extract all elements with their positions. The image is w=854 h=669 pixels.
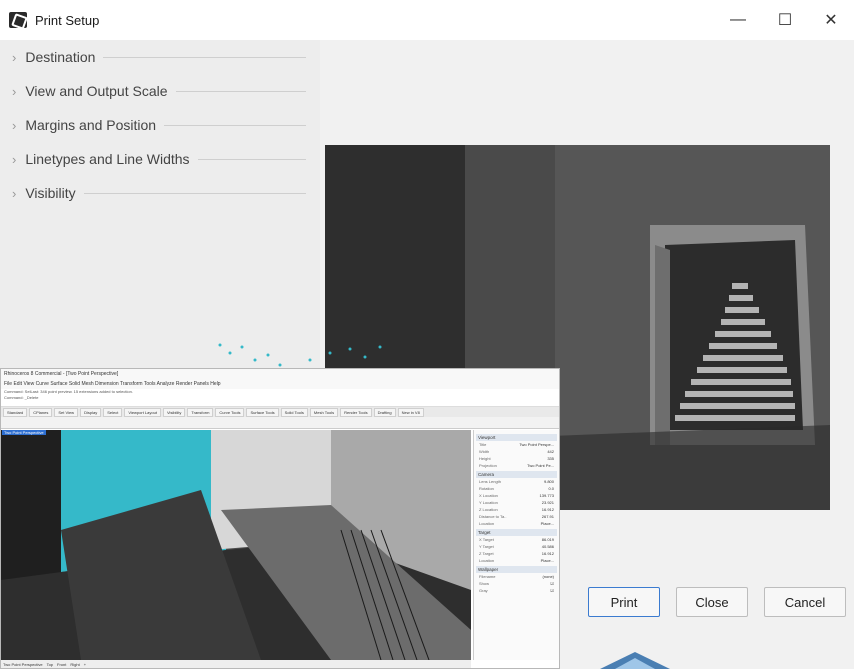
section-destination[interactable]: › Destination (0, 40, 320, 74)
toolbar-tab[interactable]: New in V8 (397, 407, 424, 417)
rhino-window-overlay: Rhinoceros 8 Commercial - [Two Point Per… (0, 368, 560, 669)
chevron-right-icon: › (12, 185, 17, 201)
model-sliver (600, 652, 670, 669)
panel-row: Y Target 40.586 (479, 544, 554, 549)
section-divider (164, 124, 306, 126)
chevron-right-icon: › (12, 151, 17, 167)
panel-row: Title Two Point Perspe... (479, 442, 554, 447)
toolbar-icons[interactable] (1, 417, 559, 429)
panel-row[interactable]: Gray ☑ (476, 587, 557, 594)
section-divider (103, 56, 306, 58)
panel-row: Distance to Ta.. 267.91 (479, 514, 554, 519)
panel-row: Rotation 0.0 (479, 486, 554, 491)
add-viewport-tab[interactable]: + (84, 660, 86, 668)
toolbar-tab[interactable]: Curve Tools (215, 407, 245, 417)
toolbar-tab[interactable]: Standard (3, 407, 28, 417)
settings-panel: › Destination › View and Output Scale › … (0, 40, 320, 370)
viewport-tabs: Two Point Perspective Top Front Right + (1, 660, 471, 668)
panel-row: Y Location 23.921 (479, 500, 554, 505)
panel-header: Camera (476, 471, 557, 478)
rhino-app-icon (9, 12, 27, 28)
panel-row[interactable]: Filename (none) (476, 573, 557, 580)
toolbar-tab[interactable]: CPlanes (29, 407, 53, 417)
panel-row[interactable]: Show ☑ (476, 580, 557, 587)
panel-header: Target (476, 529, 557, 536)
section-divider (83, 192, 306, 194)
toolbar-tab[interactable]: Set View (54, 407, 79, 417)
section-label: Margins and Position (25, 117, 157, 133)
rhino-menu-bar[interactable]: File Edit View Curve Surface Solid Mesh … (1, 380, 559, 389)
section-label: Visibility (25, 185, 76, 201)
toolbar-tab[interactable]: Mesh Tools (309, 407, 339, 417)
toolbar-tab[interactable]: Drafting (373, 407, 396, 417)
toolbar-tab[interactable]: Select (103, 407, 123, 417)
section-visibility[interactable]: › Visibility (0, 176, 320, 210)
section-view-output-scale[interactable]: › View and Output Scale (0, 74, 320, 108)
viewport-tab[interactable]: Right (70, 660, 79, 668)
toolbar-tab[interactable]: Display (80, 407, 102, 417)
minimize-button[interactable]: — (715, 0, 761, 40)
toolbar-tab[interactable]: Solid Tools (280, 407, 308, 417)
section-label: View and Output Scale (25, 83, 168, 99)
section-divider (197, 158, 306, 160)
panel-row[interactable]: Projection Two Point Pe... (476, 462, 557, 469)
panel-row: Lens Length 9.800 (479, 479, 554, 484)
panel-row: Height 335 (479, 456, 554, 461)
panel-row: X Target 86.019 (479, 537, 554, 542)
command-history: Command: SelLast: 346 point preview. 15 … (1, 389, 559, 407)
panel-row: Z Location 16.912 (479, 507, 554, 512)
viewport-tab[interactable]: Front (57, 660, 66, 668)
toolbar-tab[interactable]: Render Tools (340, 407, 372, 417)
properties-panel: Viewport Title Two Point Perspe... Width 4… (473, 430, 559, 660)
viewport-tab[interactable]: Two Point Perspective (3, 660, 43, 668)
panel-header: Wallpaper (476, 566, 557, 573)
panel-row[interactable]: Location Place... (476, 557, 557, 564)
rhino-title: Rhinoceros 8 Commercial - [Two Point Per… (1, 369, 559, 380)
interior-render (1, 430, 471, 660)
chevron-right-icon: › (12, 49, 17, 65)
window-title: Print Setup (35, 12, 100, 28)
rhino-viewport[interactable]: Two Point Perspective (1, 430, 471, 660)
panel-row[interactable]: Location Place... (476, 520, 557, 527)
toolbar-tab[interactable]: Visibility (162, 407, 186, 417)
cancel-button[interactable]: Cancel (764, 587, 846, 617)
panel-row: Z Target 16.912 (479, 551, 554, 556)
chevron-right-icon: › (12, 117, 17, 133)
chevron-right-icon: › (12, 83, 17, 99)
toolbar-tab[interactable]: Surface Tools (246, 407, 279, 417)
maximize-button[interactable]: ☐ (762, 0, 808, 40)
close-window-button[interactable]: ✕ (808, 0, 854, 40)
panel-row: X Location 139.773 (479, 493, 554, 498)
section-label: Linetypes and Line Widths (25, 151, 190, 167)
close-button[interactable]: Close (676, 587, 748, 617)
viewport-label[interactable]: Two Point Perspective (2, 430, 46, 435)
section-margins-position[interactable]: › Margins and Position (0, 108, 320, 142)
command-line: Command: _Delete (4, 395, 39, 400)
print-setup-window: Print Setup — ☐ ✕ › Destination › View a… (0, 0, 854, 669)
toolbar-tab[interactable]: Transform (187, 407, 214, 417)
viewport-tab[interactable]: Top (47, 660, 53, 668)
print-button[interactable]: Print (588, 587, 660, 617)
section-label: Destination (25, 49, 96, 65)
panel-row: Width 442 (479, 449, 554, 454)
panel-header: Viewport (476, 434, 557, 441)
toolbar-tabs: Standard CPlanes Set View Display Select… (1, 407, 559, 417)
section-divider (175, 90, 306, 92)
section-linetypes-line-widths[interactable]: › Linetypes and Line Widths (0, 142, 320, 176)
toolbar-tab[interactable]: Viewport Layout (124, 407, 161, 417)
title-bar[interactable]: Print Setup — ☐ ✕ (0, 0, 854, 40)
